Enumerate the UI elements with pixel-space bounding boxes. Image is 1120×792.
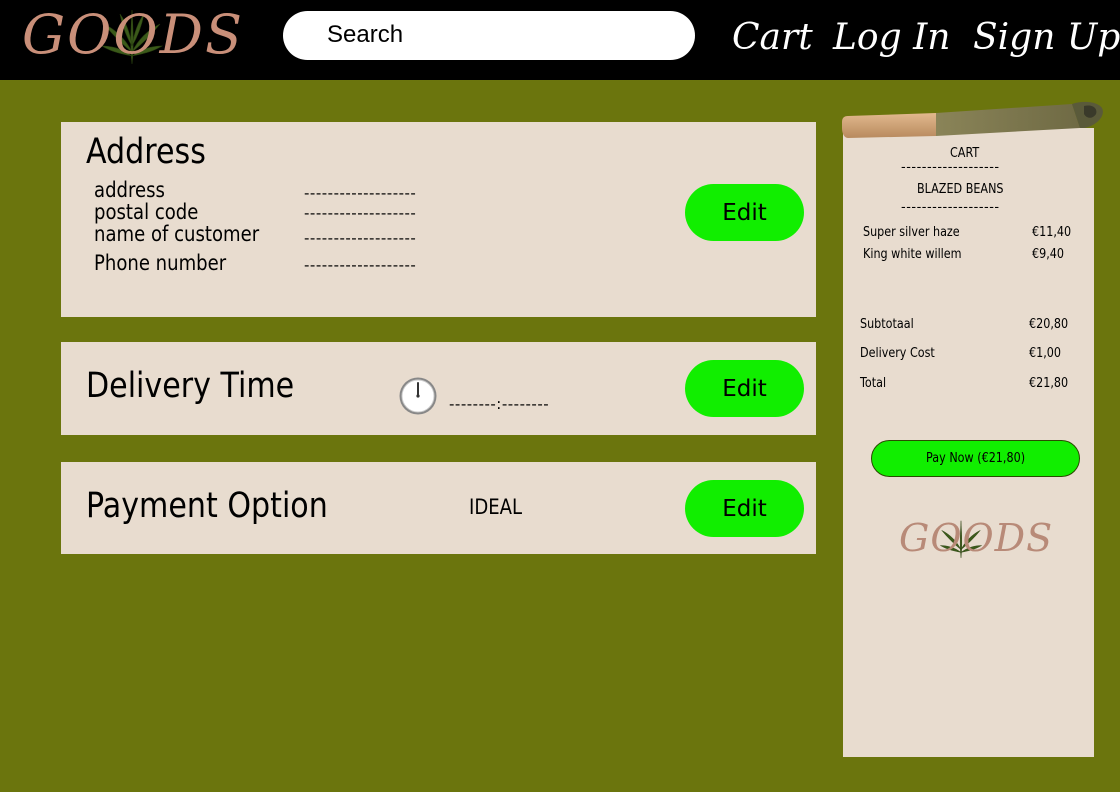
- clock-icon: [399, 377, 437, 415]
- cart-item-name: King white willem: [863, 247, 962, 262]
- cart-heading: CART: [950, 146, 980, 161]
- store-name: BLAZED BEANS: [917, 182, 1004, 197]
- address-field-label: address: [94, 178, 165, 202]
- edit-payment-button[interactable]: Edit: [685, 480, 804, 537]
- cart-logo: GOODS: [899, 514, 1052, 564]
- postal-code-label: postal code: [94, 200, 199, 224]
- search-input[interactable]: [327, 17, 677, 53]
- logo-text: GOODS: [22, 3, 244, 66]
- cart-logo-text: GOODS: [899, 516, 1054, 560]
- payment-option-card: Payment Option IDEAL Edit: [61, 462, 816, 554]
- edit-delivery-time-button[interactable]: Edit: [685, 360, 804, 417]
- cart-item-price: €11,40: [1032, 225, 1072, 240]
- address-title: Address: [86, 132, 206, 172]
- cart-item-name: Super silver haze: [863, 225, 960, 240]
- cart-item-price: €9,40: [1032, 247, 1065, 262]
- cart-separator: -------------------: [901, 160, 1000, 175]
- delivery-cost-value: €1,00: [1029, 346, 1062, 361]
- pay-now-button[interactable]: Pay Now (€21,80): [871, 440, 1080, 477]
- nav-login-link[interactable]: Log In: [833, 16, 950, 60]
- payment-method-value: IDEAL: [469, 495, 523, 519]
- nav-signup-link[interactable]: Sign Up: [973, 16, 1120, 60]
- address-card: Address address ------------------- post…: [61, 122, 816, 317]
- total-label: Total: [860, 376, 887, 391]
- delivery-time-value: --------:--------: [449, 395, 550, 413]
- subtotal-value: €20,80: [1029, 317, 1069, 332]
- total-value: €21,80: [1029, 376, 1069, 391]
- address-field-value: -------------------: [304, 184, 417, 202]
- delivery-time-title: Delivery Time: [86, 366, 295, 406]
- subtotal-label: Subtotaal: [860, 317, 914, 332]
- delivery-cost-label: Delivery Cost: [860, 346, 935, 361]
- customer-name-value: -------------------: [304, 229, 417, 247]
- top-bar: GOODS Cart Log In Sign Up: [0, 0, 1120, 80]
- payment-option-title: Payment Option: [86, 486, 328, 526]
- customer-name-label: name of customer: [94, 222, 260, 246]
- logo[interactable]: GOODS: [22, 4, 242, 70]
- postal-code-value: -------------------: [304, 204, 417, 222]
- nav-cart-link[interactable]: Cart: [732, 16, 813, 60]
- edit-address-button[interactable]: Edit: [685, 184, 804, 241]
- delivery-time-card: Delivery Time --------:-------- Edit: [61, 342, 816, 435]
- phone-number-label: Phone number: [94, 251, 227, 275]
- joint-image: [842, 101, 1103, 138]
- search-bar: [283, 11, 695, 60]
- pay-now-label: Pay Now (€21,80): [925, 451, 1026, 466]
- phone-number-value: -------------------: [304, 256, 417, 274]
- store-separator: -------------------: [901, 200, 1000, 215]
- cart-panel: CART ------------------- BLAZED BEANS --…: [843, 128, 1094, 757]
